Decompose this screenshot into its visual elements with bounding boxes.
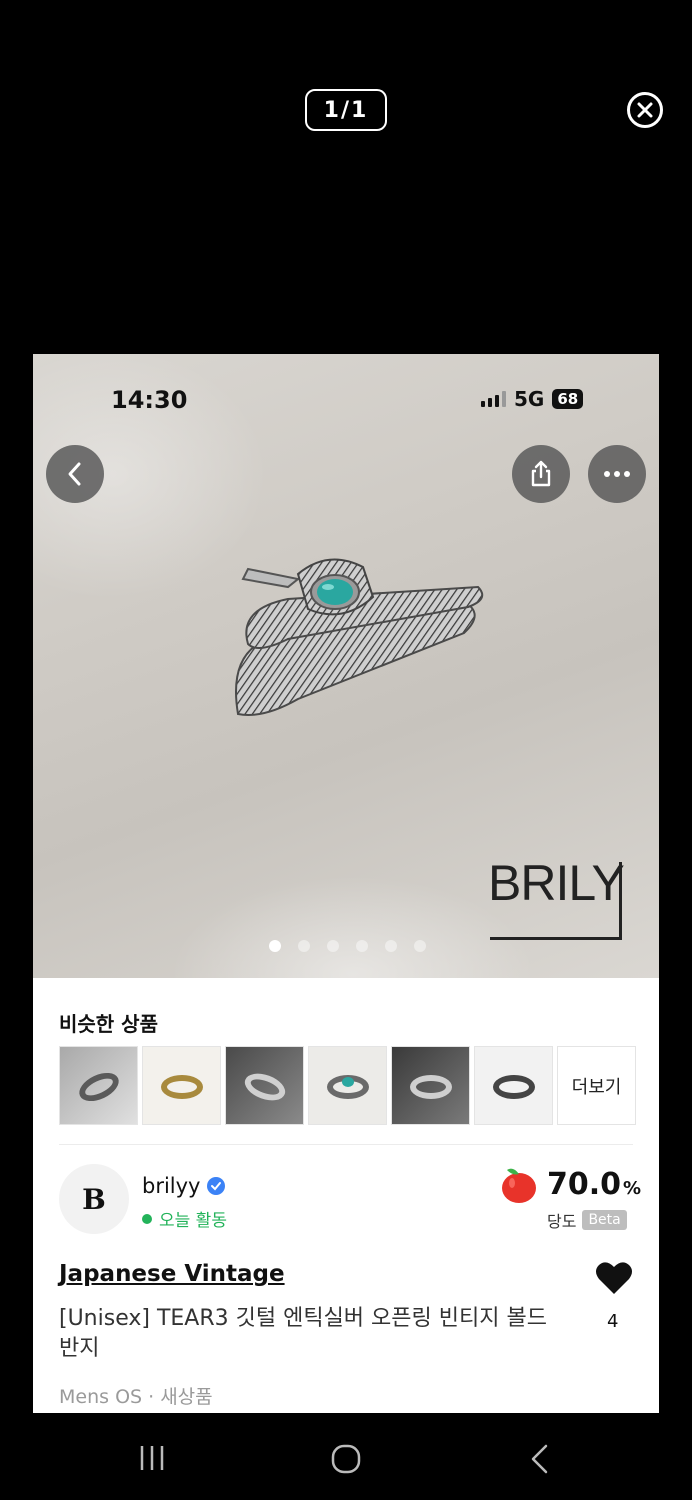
share-icon [531, 460, 551, 487]
shop-name-link[interactable]: Japanese Vintage [59, 1261, 285, 1287]
carousel-dot[interactable] [327, 940, 339, 952]
see-more-button[interactable]: 더보기 [557, 1046, 636, 1125]
back-button[interactable] [46, 445, 104, 503]
product-photo: 14:30 5G 68 BRILY [33, 354, 659, 978]
more-button[interactable] [588, 445, 646, 503]
carousel-dot[interactable] [356, 940, 368, 952]
carousel-dot[interactable] [385, 940, 397, 952]
brily-watermark-logo: BRILY [488, 854, 625, 942]
divider [59, 1144, 633, 1145]
like-count: 4 [607, 1311, 619, 1332]
seller-name-text: brilyy [142, 1174, 201, 1198]
recent-apps-icon[interactable] [138, 1443, 166, 1473]
seller-name[interactable]: brilyy [142, 1174, 225, 1198]
product-meta: Mens OS · 새상품 [59, 1386, 213, 1408]
similar-item-thumb[interactable] [308, 1046, 387, 1125]
activity-text: 오늘 활동 [159, 1211, 227, 1231]
similar-items-list: 더보기 [59, 1046, 636, 1125]
activity-status: 오늘 활동 [142, 1206, 227, 1231]
heart-icon[interactable] [595, 1260, 633, 1296]
beta-badge: Beta [582, 1210, 627, 1230]
apple-icon [502, 1168, 536, 1203]
network-type: 5G [514, 387, 545, 411]
close-button[interactable] [627, 92, 663, 128]
system-nav-bar [0, 1413, 692, 1500]
more-horizontal-icon [604, 471, 630, 477]
product-info: 비슷한 상품 더보기 B brilyy 오늘 활동 70.0 % 당도 Beta… [33, 978, 659, 1413]
carousel-dots [269, 940, 426, 952]
product-title: [Unisex] TEAR3 깃털 엔틱실버 오픈링 빈티지 볼드 반지 [59, 1306, 547, 1361]
carousel-dot[interactable] [414, 940, 426, 952]
similar-items-title: 비슷한 상품 [59, 1012, 158, 1036]
chevron-left-icon [68, 462, 81, 486]
status-time: 14:30 [111, 386, 188, 414]
share-button[interactable] [512, 445, 570, 503]
similar-item-thumb[interactable] [59, 1046, 138, 1125]
similar-item-thumb[interactable] [474, 1046, 553, 1125]
seller-avatar[interactable]: B [59, 1164, 129, 1234]
similar-item-thumb[interactable] [225, 1046, 304, 1125]
sweetness-value: 70.0 [547, 1166, 622, 1202]
sweetness-label: 당도 Beta [547, 1208, 627, 1232]
back-nav-icon[interactable] [528, 1443, 552, 1475]
sweetness-score[interactable]: 70.0 % [499, 1164, 641, 1204]
sweetness-unit: % [623, 1177, 642, 1199]
close-icon [637, 102, 653, 118]
feather-ring-image [235, 558, 484, 716]
battery-icon: 68 [552, 389, 584, 409]
similar-item-thumb[interactable] [142, 1046, 221, 1125]
home-icon[interactable] [330, 1443, 362, 1475]
online-dot-icon [142, 1213, 152, 1224]
carousel-dot[interactable] [298, 940, 310, 952]
carousel-dot[interactable] [269, 940, 281, 952]
verified-badge-icon [206, 1177, 225, 1195]
image-counter: 1/1 [305, 89, 387, 131]
product-screenshot: 14:30 5G 68 BRILY 비슷한 상품 더보기 B brilyy 오늘… [33, 354, 659, 1413]
status-indicators: 5G 68 [481, 387, 584, 411]
similar-item-thumb[interactable] [391, 1046, 470, 1125]
signal-icon [481, 391, 506, 407]
